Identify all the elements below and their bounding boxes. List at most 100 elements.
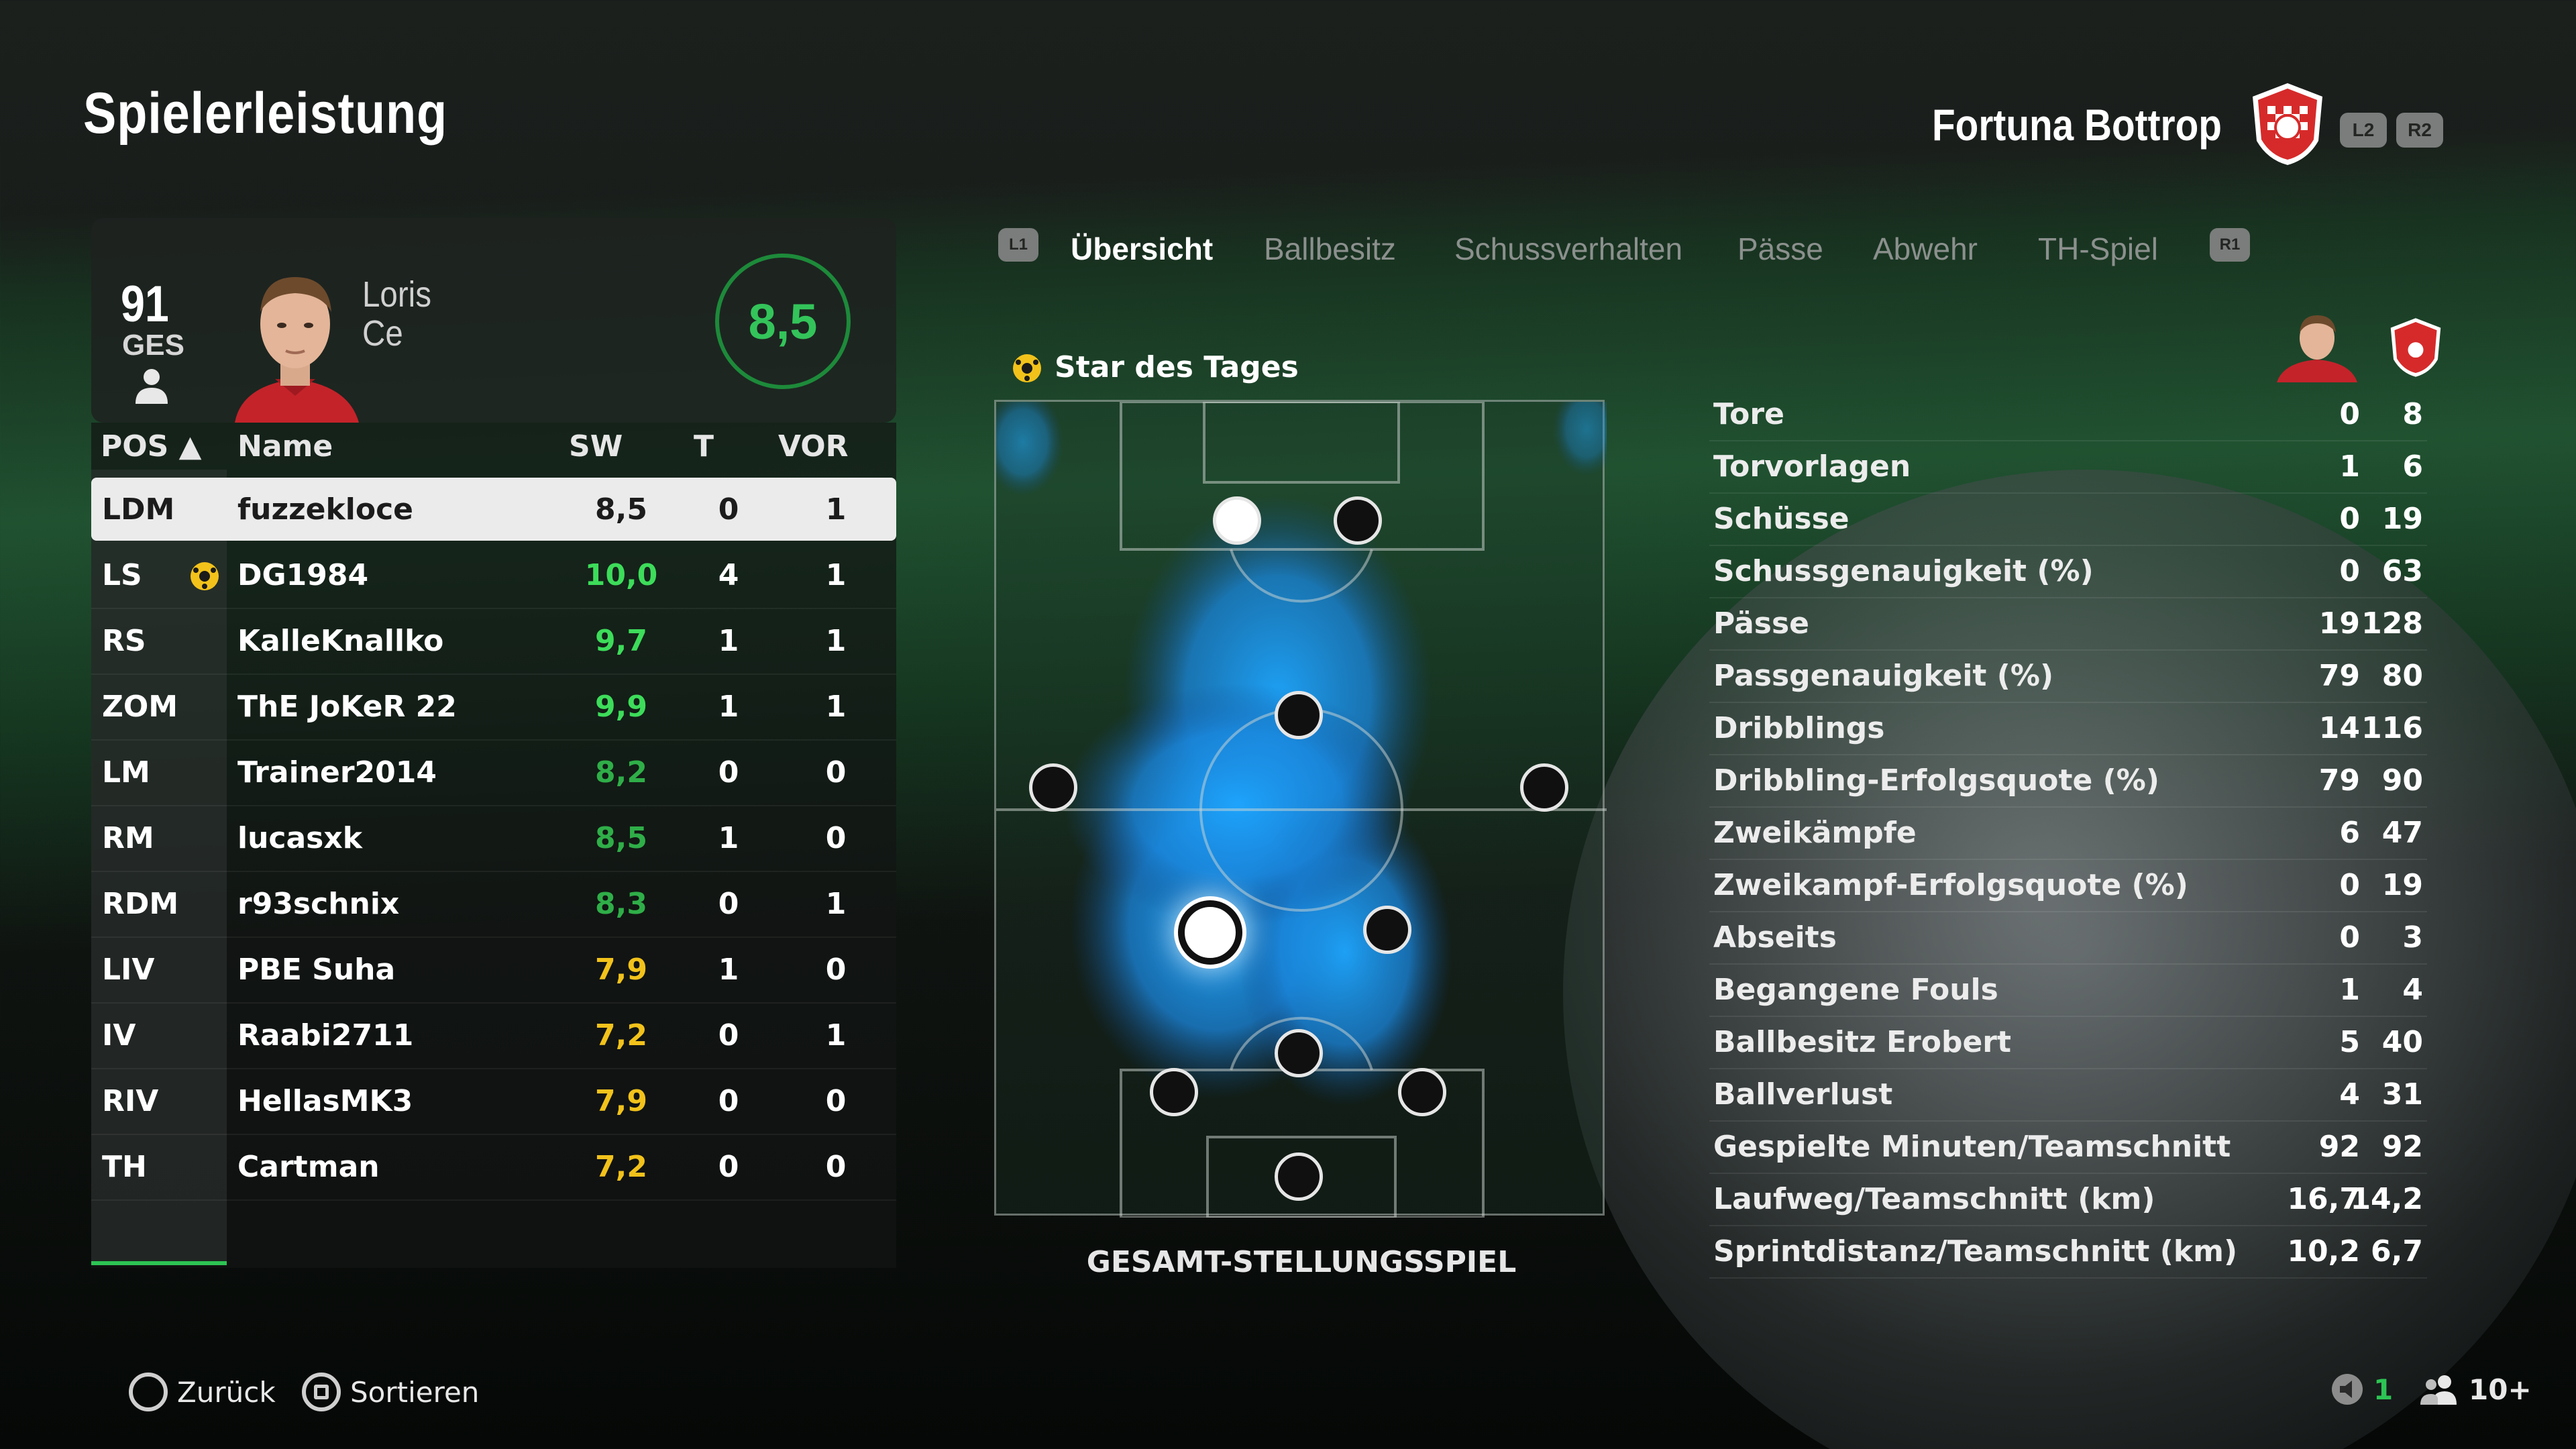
column-header-name[interactable]: Name [237,429,333,464]
stat-row: Schussgenauigkeit (%) 0 63 [1709,546,2427,598]
stat-label: Abseits [1713,920,1837,955]
back-hint[interactable]: Zurück [129,1373,276,1411]
back-label: Zurück [177,1375,276,1409]
stat-label: Zweikämpfe [1713,816,1917,850]
table-row[interactable]: RDM r93schnix 8,3 0 1 [91,872,896,938]
l1-button[interactable]: L1 [998,228,1038,262]
row-goals: 0 [718,755,739,790]
r1-button[interactable]: R1 [2210,228,2250,262]
stat-team-value: 31 [2381,1077,2423,1112]
row-position: LIV [102,953,155,987]
stat-row: Abseits 0 3 [1709,912,2427,965]
team-compare-crest-icon [2390,318,2441,377]
stat-label: Dribblings [1713,711,1885,745]
row-rating: 9,7 [595,624,647,658]
table-row[interactable]: IV Raabi2711 7,2 0 1 [91,1004,896,1069]
row-name: Trainer2014 [237,755,437,790]
heatmap-blobs [996,402,1607,1106]
column-header-sw[interactable]: SW [569,429,623,464]
table-row[interactable]: LM Trainer2014 8,2 0 0 [91,741,896,806]
stat-row: Begangene Fouls 1 4 [1709,965,2427,1017]
stat-player-value: 16,7 [2287,1182,2360,1216]
formation-dot [1029,763,1077,812]
stat-player-value: 6 [2339,816,2360,850]
stat-team-value: 47 [2381,816,2423,850]
stat-team-value: 90 [2381,763,2423,798]
sort-label: Sortieren [350,1375,480,1409]
row-assists: 1 [825,558,847,592]
star-of-day-label: Star des Tages [1055,350,1299,384]
row-name: r93schnix [237,887,400,921]
tab-schussverhalten[interactable]: Schussverhalten [1454,231,1682,267]
scroll-indicator [91,1261,227,1265]
formation-dot [1363,906,1411,954]
r2-button[interactable]: R2 [2396,113,2443,148]
stat-team-value: 80 [2381,659,2423,693]
row-position: ZOM [102,690,178,724]
row-name: DG1984 [237,558,369,592]
stat-team-value: 40 [2381,1025,2423,1059]
row-rating: 7,9 [595,1084,647,1118]
player-overall: 91 [121,276,169,333]
row-position: RM [102,821,154,855]
tab-th-spiel[interactable]: TH-Spiel [2038,231,2158,267]
formation-dot-selected [1178,900,1242,965]
l2-button[interactable]: L2 [2340,113,2387,148]
player-compare-avatar [2277,315,2357,382]
stat-team-value: 19 [2381,502,2423,536]
row-goals: 1 [718,624,739,658]
stat-player-value: 19 [2318,606,2360,641]
tab-paesse[interactable]: Pässe [1737,231,1823,267]
row-goals: 0 [718,1018,739,1053]
table-row[interactable]: LIV PBE Suha 7,9 1 0 [91,938,896,1004]
stat-player-value: 5 [2339,1025,2360,1059]
tab-ballbesitz[interactable]: Ballbesitz [1264,231,1396,267]
stat-player-value: 0 [2339,920,2360,955]
stat-player-value: 1 [2339,973,2360,1007]
formation-dot [1150,1068,1198,1116]
row-assists: 1 [825,624,847,658]
table-row[interactable]: RIV HellasMK3 7,9 0 0 [91,1069,896,1135]
column-header-pos[interactable]: POS ▲ [101,429,202,464]
table-row[interactable]: TH Cartman 7,2 0 0 [91,1135,896,1201]
table-row[interactable]: RS KalleKnallko 9,7 1 1 [91,609,896,675]
stat-team-value: 3 [2402,920,2423,955]
row-assists: 1 [825,690,847,724]
stat-row: Ballbesitz Erobert 5 40 [1709,1017,2427,1069]
row-name: Raabi2711 [237,1018,414,1053]
row-goals: 0 [718,887,739,921]
circle-button-icon [129,1373,168,1411]
stat-row: Zweikämpfe 6 47 [1709,808,2427,860]
stat-label: Torvorlagen [1713,449,1911,484]
table-row[interactable]: ZOM ThE JoKeR 22 9,9 1 1 [91,675,896,741]
row-goals: 1 [718,821,739,855]
tab-abwehr[interactable]: Abwehr [1873,231,1978,267]
row-rating: 10,0 [584,558,658,592]
row-position: RDM [102,887,179,921]
row-rating: 7,2 [595,1150,647,1184]
heatmap-pitch [994,400,1607,1218]
tab-uebersicht[interactable]: Übersicht [1071,231,1213,267]
table-row[interactable]: RM lucasxk 8,5 1 0 [91,806,896,872]
row-position: RIV [102,1084,159,1118]
column-header-t[interactable]: T [694,429,714,464]
stat-player-value: 1 [2339,449,2360,484]
table-row[interactable]: LDM fuzzekloce 8,5 0 1 [91,478,896,541]
column-header-vor[interactable]: VOR [778,429,849,464]
row-position: LDM [102,492,175,527]
row-goals: 0 [718,492,739,527]
row-goals: 0 [718,1150,739,1184]
row-assists: 0 [825,953,847,987]
table-row[interactable]: LS DG1984 10,0 4 1 [91,543,896,609]
row-goals: 1 [718,690,739,724]
stat-player-value: 0 [2339,554,2360,588]
row-assists: 1 [825,492,847,527]
formation-dot [1275,1152,1323,1201]
row-rating: 8,5 [595,492,647,527]
sort-hint[interactable]: Sortieren [302,1373,479,1411]
stat-player-value: 79 [2318,763,2360,798]
formation-dot [1275,691,1323,739]
formation-dot-ball [1213,496,1261,545]
stat-team-value: 4 [2402,973,2423,1007]
row-goals: 0 [718,1084,739,1118]
